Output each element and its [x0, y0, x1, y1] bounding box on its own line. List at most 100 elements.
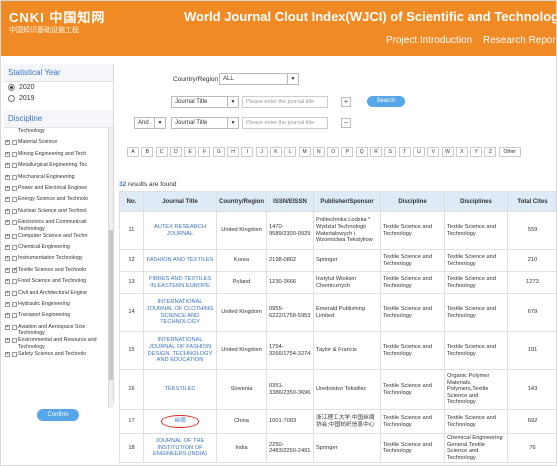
alpha-filter-button[interactable]: U [412, 147, 425, 157]
checkbox[interactable] [12, 290, 17, 296]
table-row[interactable]: 18 JOURNAL OF THE INSTITUTION OF ENGINEER… [119, 432, 556, 464]
discipline-item[interactable]: + Chemical Engineering [4, 244, 108, 255]
discipline-item[interactable]: + Computer Science and Techn [4, 233, 108, 244]
add-condition-button[interactable]: + [341, 97, 351, 107]
checkbox[interactable] [12, 220, 17, 226]
alpha-filter-button[interactable]: A [127, 147, 139, 157]
discipline-item[interactable]: + Mechanical Engineering [4, 174, 108, 185]
journal-title-link[interactable]: JOURNAL OF THE INSTITUTION OF ENGINEERS … [143, 432, 217, 464]
journal-title-link[interactable]: FIBRES AND TEXTILES IN EASTERN EUROPE [143, 271, 217, 294]
checkbox[interactable] [12, 174, 17, 180]
checkbox[interactable] [12, 245, 17, 251]
year-option-2019[interactable]: 2019 [4, 93, 113, 104]
table-row[interactable]: 16 TEKSTILEC Slovenia 0351-3386/2350-3696 Ur… [119, 369, 556, 410]
search-field-select-1[interactable]: Journal Title ▼ [171, 96, 239, 108]
alpha-filter-button[interactable]: I [241, 147, 254, 157]
expand-icon[interactable]: + [5, 338, 10, 344]
expand-icon[interactable]: + [5, 233, 10, 239]
expand-icon[interactable]: + [5, 163, 10, 169]
alpha-filter-button[interactable]: T [398, 147, 411, 157]
remove-condition-button[interactable]: − [341, 118, 351, 128]
alpha-filter-button[interactable]: W [441, 147, 454, 157]
discipline-tree[interactable]: Technology + Material Science + Mining Engin… [4, 128, 113, 408]
checkbox[interactable] [12, 313, 17, 319]
discipline-item[interactable]: + Electronics and Communicati Technology [4, 219, 108, 233]
col-journal-title[interactable]: Journal Title [143, 191, 217, 212]
table-row[interactable]: 15 INTERNATIONAL JOURNAL OF FASHION DESIG… [119, 331, 556, 370]
journal-title-link[interactable]: 丝绸 [143, 409, 217, 434]
alpha-filter-button[interactable]: J [255, 147, 268, 157]
alpha-filter-button[interactable]: Q [355, 147, 368, 157]
journal-title-link[interactable]: TEKSTILEC [143, 369, 217, 410]
expand-icon[interactable]: + [5, 279, 10, 285]
alpha-filter-button[interactable]: N [312, 147, 325, 157]
confirm-button[interactable]: Confirm [37, 409, 79, 421]
checkbox[interactable] [12, 197, 17, 203]
expand-icon[interactable]: + [5, 256, 10, 262]
table-row[interactable]: 17 丝绸 China 1001-7003 浙江理工大学;中国丝绸协会;中国纺织信息中心… [119, 409, 556, 434]
expand-icon[interactable]: + [5, 301, 10, 307]
checkbox[interactable] [12, 163, 17, 169]
expand-icon[interactable]: + [5, 351, 10, 357]
journal-title-link[interactable]: INTERNATIONAL JOURNAL OF CLOTHING SCIENC… [143, 293, 217, 332]
alpha-filter-button[interactable]: P [341, 147, 354, 157]
discipline-item[interactable]: + Power and Electrical Enginee [4, 185, 108, 196]
checkbox[interactable] [12, 267, 18, 273]
journal-title-link[interactable]: FASHION AND TEXTILES [143, 249, 217, 272]
table-row[interactable]: 12 FASHION AND TEXTILES Korea 2198-0802 Spri… [119, 249, 556, 272]
alpha-filter-button[interactable]: H [227, 147, 240, 157]
discipline-item[interactable]: + Nuclear Science and Technol [4, 208, 108, 219]
col-issn[interactable]: ISSN/EISSN [266, 191, 314, 212]
checkbox[interactable] [12, 338, 17, 344]
alpha-filter-button[interactable]: B [141, 147, 154, 157]
checkbox[interactable] [12, 351, 17, 357]
col-publisher[interactable]: Publisher/Sponsor [313, 191, 381, 212]
alpha-filter-button[interactable]: E [184, 147, 197, 157]
boolean-operator-select[interactable]: And ▼ [134, 117, 166, 129]
expand-icon[interactable]: + [5, 197, 10, 203]
journal-title-link[interactable]: INTERNATIONAL JOURNAL OF FASHION DESIGN,… [143, 331, 217, 370]
discipline-item[interactable]: + Textile Science and Technolo [4, 267, 108, 278]
alpha-filter-button[interactable]: V [427, 147, 440, 157]
table-row[interactable]: 14 INTERNATIONAL JOURNAL OF CLOTHING SCIE… [119, 293, 556, 332]
checkbox[interactable] [12, 151, 17, 157]
expand-icon[interactable]: + [5, 245, 10, 251]
expand-icon[interactable]: + [5, 174, 10, 180]
expand-icon[interactable]: + [5, 220, 10, 226]
expand-icon[interactable]: + [5, 324, 10, 330]
nav-research-report[interactable]: Research Report [483, 35, 556, 46]
discipline-item[interactable]: + Mining Engineering and Tech [4, 151, 108, 162]
alpha-filter-button[interactable]: X [455, 147, 468, 157]
cnki-logo[interactable]: CNKI 中国知网 中国知识基础设施工程 [9, 7, 149, 43]
expand-icon[interactable]: + [5, 151, 10, 157]
checkbox[interactable] [12, 324, 17, 330]
checkbox[interactable] [12, 233, 17, 239]
table-row[interactable]: 11 AUTEX RESEARCH JOURNAL United Kingdom 14… [119, 211, 556, 250]
checkbox[interactable] [12, 208, 17, 214]
nav-project-introduction[interactable]: Project Introduction [386, 35, 472, 46]
alpha-filter-button[interactable]: Y [470, 147, 483, 157]
alpha-filter-button[interactable]: M [298, 147, 311, 157]
expand-icon[interactable]: + [5, 208, 10, 214]
expand-icon[interactable]: + [5, 185, 10, 191]
alpha-filter-button[interactable]: F [198, 147, 211, 157]
checkbox[interactable] [12, 279, 17, 285]
search-field-select-2[interactable]: Journal Title ▼ [171, 117, 239, 129]
col-disciplines[interactable]: Disciplines [444, 191, 508, 212]
alpha-filter-button[interactable]: G [212, 147, 225, 157]
discipline-item[interactable]: + Hydraulic Engineering [4, 301, 108, 312]
alpha-filter-button[interactable]: K [269, 147, 282, 157]
col-discipline[interactable]: Discipline [380, 191, 445, 212]
alpha-filter-button[interactable]: Other [498, 147, 521, 157]
search-button[interactable]: Search [367, 96, 405, 107]
checkbox[interactable] [12, 185, 17, 191]
tree-scrollbar-thumb[interactable] [109, 230, 113, 380]
discipline-item[interactable]: + Instrumentation Technology [4, 255, 108, 266]
discipline-item[interactable]: + Safety Science and Technolo [4, 351, 108, 362]
journal-title-link[interactable]: AUTEX RESEARCH JOURNAL [143, 211, 217, 250]
alpha-filter-button[interactable]: Z [484, 147, 497, 157]
alpha-filter-button[interactable]: S [384, 147, 397, 157]
discipline-item[interactable]: + Energy Science and Technolo [4, 196, 108, 207]
checkbox[interactable] [12, 256, 17, 262]
discipline-item[interactable]: + Metallurgical Engineering Tec [4, 162, 108, 173]
